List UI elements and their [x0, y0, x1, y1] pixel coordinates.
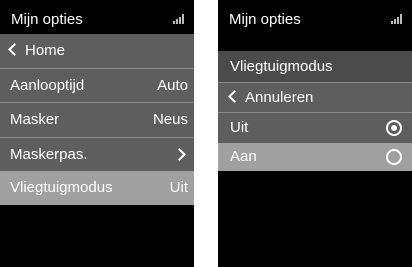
- home-back-item[interactable]: Home: [0, 34, 194, 68]
- signal-bars-icon: [173, 14, 185, 24]
- screen-title: Mijn opties: [229, 11, 301, 28]
- home-label: Home: [25, 42, 66, 59]
- option-aan[interactable]: Aan: [218, 143, 412, 171]
- main-menu-screen: Mijn opties Home Aanlooptijd Auto Masker…: [0, 0, 194, 267]
- menu-item-value: Auto: [157, 77, 188, 94]
- airplane-mode-screen: Mijn opties Vliegtuigmodus Annuleren Uit…: [218, 0, 412, 267]
- menu-item-vliegtuigmodus[interactable]: Vliegtuigmodus Uit: [0, 171, 194, 205]
- menu-item-value: Uit: [169, 179, 188, 196]
- menu-item-masker[interactable]: Masker Neus: [0, 103, 194, 137]
- submenu-title: Vliegtuigmodus: [230, 58, 333, 75]
- cancel-item[interactable]: Annuleren: [218, 83, 412, 112]
- option-uit[interactable]: Uit: [218, 113, 412, 143]
- option-label: Uit: [230, 119, 249, 136]
- cancel-label: Annuleren: [245, 89, 314, 106]
- status-bar: Mijn opties: [0, 0, 194, 34]
- menu-item-label: Vliegtuigmodus: [10, 179, 113, 196]
- signal-bars-icon: [391, 14, 403, 24]
- chevron-left-icon: [228, 90, 241, 103]
- status-bar: Mijn opties: [218, 0, 412, 34]
- menu-item-aanlooptijd[interactable]: Aanlooptijd Auto: [0, 69, 194, 102]
- option-label: Aan: [230, 148, 257, 165]
- radio-unchecked-icon[interactable]: [386, 149, 402, 165]
- screen-title: Mijn opties: [11, 11, 83, 28]
- menu-item-label: Masker: [10, 111, 60, 128]
- chevron-right-icon: [173, 148, 186, 161]
- submenu-header: Vliegtuigmodus: [218, 51, 412, 82]
- menu-item-value: Neus: [152, 111, 188, 128]
- menu-item-maskerpas[interactable]: Maskerpas.: [0, 138, 194, 171]
- menu-item-label: Maskerpas.: [10, 146, 88, 163]
- chevron-left-icon: [8, 43, 21, 56]
- menu-item-label: Aanlooptijd: [10, 77, 85, 94]
- radio-checked-icon[interactable]: [386, 120, 402, 136]
